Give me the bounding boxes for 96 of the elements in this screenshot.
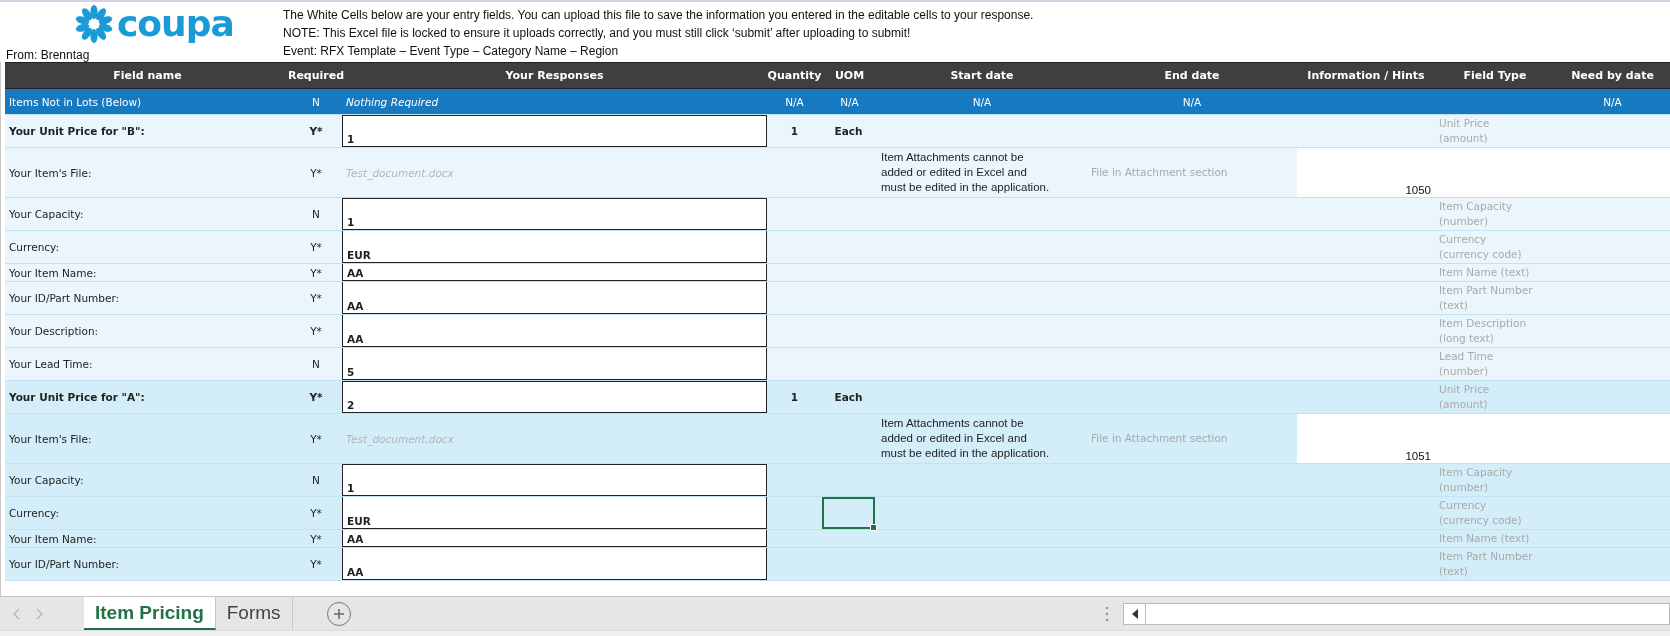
field-type-hint: Unit Price (amount) <box>1438 116 1491 146</box>
field-type-hint: Item Name (text) <box>1438 265 1531 280</box>
quantity-text: 1 <box>789 390 800 405</box>
instruction-text: NOTE: This Excel file is locked to ensure it uploads correctly, and you must still click ‘submit’ after uploading to submit! <box>283 25 912 42</box>
field-label: Your Item Name: <box>8 531 98 547</box>
file-name: Test_document.docx <box>345 165 455 182</box>
start-date-cell-text: N/A <box>971 94 993 110</box>
quantity-text: 1 <box>789 124 800 139</box>
required-text: Y* <box>309 324 323 339</box>
field-label: Your ID/Part Number: <box>8 557 121 572</box>
column-header: Quantity <box>767 68 822 84</box>
field-label: Your Item Name: <box>8 265 98 281</box>
field-label: Currency: <box>8 240 61 255</box>
attachment-note: Item Attachments cannot be added or edited in Excel and must be edited in the application. <box>880 150 1051 195</box>
required-text: Y* <box>308 390 324 405</box>
field-label: Items Not in Lots (Below) <box>8 94 143 110</box>
drag-handle-icon[interactable] <box>1105 605 1109 622</box>
selected-cell[interactable] <box>822 497 875 529</box>
response-field[interactable]: AA <box>342 282 767 314</box>
field-label: Your Item's File: <box>8 165 93 181</box>
field-label: Your Item's File: <box>8 431 93 447</box>
plus-icon <box>332 607 345 620</box>
field-type-hint: Currency (currency code) <box>1438 232 1523 262</box>
column-header: Your Responses <box>504 68 605 84</box>
required-text: N <box>311 357 321 372</box>
quantity-cell-text: N/A <box>784 94 805 110</box>
from-label: From: Brenntag <box>6 47 91 64</box>
column-header: End date <box>1163 68 1221 84</box>
uom-text[interactable]: Each <box>822 115 875 147</box>
response-field[interactable]: AA <box>342 530 767 547</box>
attachment-hint: File in Attachment section <box>1090 431 1229 446</box>
column-header: Start date <box>949 68 1015 84</box>
uom-cell-text: N/A <box>839 94 860 110</box>
column-header: UOM <box>833 68 866 84</box>
required-text: Y* <box>308 124 324 139</box>
logo-flower-icon <box>74 4 114 44</box>
column-header: Need by date <box>1570 68 1655 84</box>
column-header: Required <box>290 68 342 84</box>
response-field[interactable]: 5 <box>342 348 767 380</box>
field-type-hint: Item Description (long text) <box>1438 316 1528 346</box>
field-type-hint: Item Capacity (number) <box>1438 199 1514 229</box>
attachment-note: Item Attachments cannot be added or edited in Excel and must be edited in the application. <box>880 416 1051 461</box>
field-label: Your Capacity: <box>8 473 85 488</box>
field-type-hint: Unit Price (amount) <box>1438 382 1491 412</box>
required-text: N <box>311 94 321 110</box>
event-label: Event: RFX Template – Event Type – Category Name – Region <box>283 43 620 60</box>
field-label: Your Unit Price for "B": <box>8 124 146 139</box>
response-text: Nothing Required <box>345 94 440 110</box>
required-text: Y* <box>309 265 323 281</box>
uom-text[interactable]: Each <box>822 381 875 413</box>
response-field[interactable]: 1 <box>342 115 767 147</box>
need-by-date-cell-text: N/A <box>1602 94 1623 110</box>
field-label: Your Capacity: <box>8 207 85 222</box>
required-text: Y* <box>309 165 323 181</box>
caret-left-icon[interactable] <box>12 607 22 620</box>
field-label: Your Lead Time: <box>8 357 94 372</box>
column-header: Field Type <box>1462 68 1528 84</box>
response-field[interactable]: EUR <box>342 497 767 529</box>
logo-text: coupa <box>117 6 234 42</box>
response-field[interactable]: AA <box>342 315 767 347</box>
sheet-tab[interactable]: Item Pricing <box>84 597 216 630</box>
field-type-hint: Item Part Number (text) <box>1438 283 1534 313</box>
field-label: Your ID/Part Number: <box>8 291 121 306</box>
required-text: Y* <box>309 557 323 572</box>
required-text: Y* <box>309 531 323 547</box>
required-text: Y* <box>309 291 323 306</box>
horizontal-scrollbar[interactable] <box>1123 602 1670 625</box>
instruction-text: The White Cells below are your entry fields. You can upload this file to save the information you entered in the editable cells to your response. <box>283 7 1035 24</box>
item-id-cell: 1050 <box>1297 148 1670 197</box>
required-text: Y* <box>309 506 323 521</box>
required-text: Y* <box>309 240 323 255</box>
required-text: Y* <box>309 431 323 447</box>
triangle-left-icon <box>1131 608 1138 619</box>
response-field[interactable]: 1 <box>342 464 767 496</box>
response-field[interactable]: AA <box>342 264 767 281</box>
field-label: Your Unit Price for "A": <box>8 390 146 405</box>
response-field[interactable]: AA <box>342 548 767 580</box>
column-header: Field name <box>112 68 183 84</box>
required-text: N <box>311 207 321 222</box>
field-type-hint: Item Name (text) <box>1438 531 1531 546</box>
response-field[interactable]: 1 <box>342 198 767 230</box>
field-type-hint: Item Capacity (number) <box>1438 465 1514 495</box>
attachment-hint: File in Attachment section <box>1090 165 1229 180</box>
response-field[interactable]: EUR <box>342 231 767 263</box>
response-field[interactable]: 2 <box>342 381 767 413</box>
field-type-hint: Item Part Number (text) <box>1438 549 1534 579</box>
field-type-hint: Currency (currency code) <box>1438 498 1523 528</box>
required-text: N <box>311 473 321 488</box>
file-name: Test_document.docx <box>345 431 455 448</box>
item-id-cell: 1051 <box>1297 414 1670 463</box>
field-label: Currency: <box>8 506 61 521</box>
column-header: Information / Hints <box>1306 68 1426 84</box>
end-date-cell-text: N/A <box>1181 94 1203 110</box>
field-label: Your Description: <box>8 324 100 339</box>
field-type-hint: Lead Time (number) <box>1438 349 1495 379</box>
caret-right-icon[interactable] <box>34 607 44 620</box>
